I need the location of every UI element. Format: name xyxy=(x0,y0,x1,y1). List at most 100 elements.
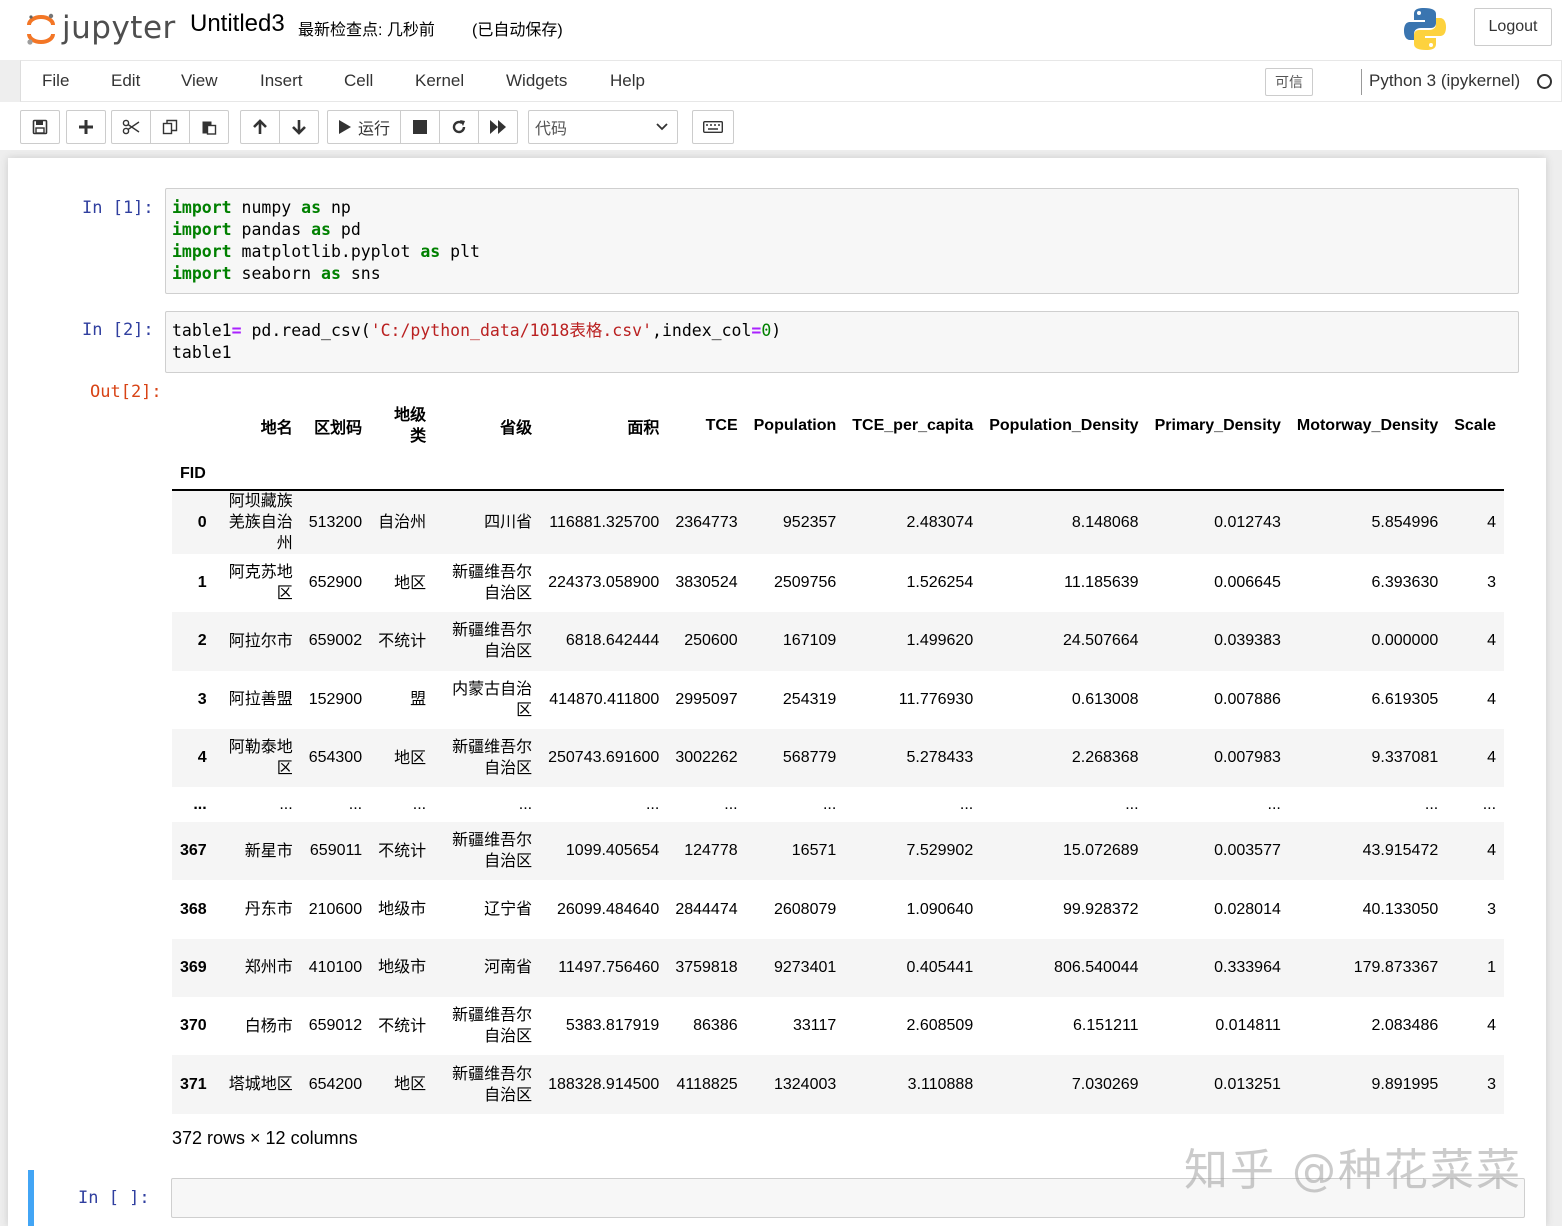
code-line: import pandas as pd xyxy=(172,220,361,239)
column-header: 省级 xyxy=(500,420,533,437)
empty-cell-prompt: In [ ]: xyxy=(78,1188,150,1208)
table-cell: 654200 xyxy=(308,1075,363,1093)
table-cell: 阿拉善盟 xyxy=(228,691,293,709)
index-name: FID xyxy=(172,458,215,491)
table-cell: 地级市 xyxy=(378,901,427,919)
row-index: 368 xyxy=(180,900,207,918)
row-index: 3 xyxy=(197,690,207,708)
table-cell: 自治州 xyxy=(378,514,427,531)
table-cell: 河南省 xyxy=(484,959,533,977)
table-cell: 0.013251 xyxy=(1214,1075,1281,1093)
menu-help[interactable]: Help xyxy=(610,71,645,91)
checkpoint-status: 最新检查点: 几秒前 xyxy=(298,22,435,39)
table-cell: 513200 xyxy=(308,513,363,531)
table-cell: 952357 xyxy=(782,513,837,531)
table-cell: 0.012743 xyxy=(1214,513,1281,531)
table-row: 369 郑州市 410100 地级市 河南省 11497.756460 3759818 927… xyxy=(172,938,1505,998)
table-cell: 806.540044 xyxy=(1054,958,1139,976)
table-cell: 33117 xyxy=(792,1017,837,1035)
dataframe-shape: 372 rows × 12 columns xyxy=(172,1128,358,1148)
table-cell: 3830524 xyxy=(675,574,738,592)
table-cell: 4 xyxy=(1487,842,1497,860)
cut-button[interactable] xyxy=(111,110,151,144)
table-cell: 0.405441 xyxy=(906,958,974,976)
table-cell: 2509756 xyxy=(773,574,837,592)
table-cell: 1.499620 xyxy=(906,632,974,650)
table-cell: 410100 xyxy=(308,958,363,976)
insert-cell-button[interactable] xyxy=(66,110,106,144)
table-cell: 210600 xyxy=(308,900,363,918)
header: jupyter Untitled3 最新检查点: 几秒前 (已自动保存) Log… xyxy=(0,0,1562,60)
logo-text: jupyter xyxy=(62,10,176,46)
notebook-name[interactable]: Untitled3 xyxy=(190,10,285,38)
interrupt-button[interactable] xyxy=(400,110,441,144)
column-header: Scale xyxy=(1454,417,1497,434)
table-cell: 2608079 xyxy=(773,900,837,918)
table-row: ....................................... xyxy=(172,787,1504,822)
table-cell: 6.151211 xyxy=(1073,1017,1139,1035)
paste-button[interactable] xyxy=(189,110,229,144)
table-cell: 152900 xyxy=(308,690,363,708)
menu-widgets[interactable]: Widgets xyxy=(506,71,567,91)
table-cell: 43.915472 xyxy=(1362,842,1439,860)
row-index: ... xyxy=(193,795,207,813)
cell-2-prompt: In [2]: xyxy=(82,320,154,340)
column-header: Population_Density xyxy=(989,417,1139,434)
table-cell: 3 xyxy=(1487,900,1497,918)
cell-1-input[interactable]: import numpy as np import pandas as pd i… xyxy=(165,188,1519,294)
table-cell: 阿拉尔市 xyxy=(228,632,293,650)
command-palette-button[interactable] xyxy=(692,110,734,144)
move-up-button[interactable] xyxy=(240,110,280,144)
restart-run-all-button[interactable] xyxy=(478,110,519,144)
menu-kernel[interactable]: Kernel xyxy=(415,71,464,91)
table-cell: 0.007983 xyxy=(1214,749,1281,767)
menu-view[interactable]: View xyxy=(181,71,218,91)
menu-insert[interactable]: Insert xyxy=(260,71,303,91)
watermark: 知乎 @种花菜菜 xyxy=(1184,1145,1522,1196)
table-row: 4 阿勒泰地区 654300 地区 新疆维吾尔自治区 250743.691600 30022… xyxy=(172,728,1505,788)
table-cell: 8.148068 xyxy=(1071,513,1139,531)
table-cell: 659002 xyxy=(308,632,363,650)
table-cell: ... xyxy=(1125,795,1139,813)
table-row: 368 丹东市 210600 地级市 辽宁省 26099.484640 2844474 260… xyxy=(172,880,1504,938)
table-cell: 2.083486 xyxy=(1371,1017,1439,1035)
save-button[interactable] xyxy=(20,110,60,144)
copy-button[interactable] xyxy=(150,110,190,144)
stop-icon xyxy=(413,120,428,134)
chevron-down-icon xyxy=(656,123,668,131)
table-cell: 阿克苏地区 xyxy=(228,564,293,603)
kernel-name[interactable]: Python 3 (ipykernel) xyxy=(1369,71,1520,91)
table-cell: 659012 xyxy=(308,1017,363,1035)
logout-button[interactable]: Logout xyxy=(1474,8,1552,46)
table-cell: 2995097 xyxy=(675,690,738,708)
restart-icon xyxy=(452,120,466,134)
table-cell: 新疆维吾尔自治区 xyxy=(452,1007,533,1046)
table-cell: 阿勒泰地区 xyxy=(228,739,293,778)
run-button[interactable]: 运行 xyxy=(327,110,402,144)
table-cell: 内蒙古自治区 xyxy=(452,680,533,719)
row-index: 0 xyxy=(197,513,207,531)
table-cell: 4 xyxy=(1487,749,1497,767)
table-cell: 0.613008 xyxy=(1071,690,1139,708)
menu-cell[interactable]: Cell xyxy=(344,71,373,91)
table-cell: 116881.325700 xyxy=(549,513,660,531)
cell-type-select[interactable]: 代码 xyxy=(528,110,678,144)
menu-file[interactable]: File xyxy=(42,71,69,91)
move-down-button[interactable] xyxy=(279,110,319,144)
code-line: table1= pd.read_csv('C:/python_data/1018… xyxy=(172,321,782,340)
code-line: import numpy as np xyxy=(172,198,351,217)
table-cell: 7.030269 xyxy=(1071,1075,1139,1093)
save-icon xyxy=(32,119,48,135)
toolbar: 运行 xyxy=(0,102,1562,150)
table-cell: 5383.817919 xyxy=(565,1017,660,1035)
restart-button[interactable] xyxy=(439,110,480,144)
cell-2-input[interactable]: table1= pd.read_csv('C:/python_data/1018… xyxy=(165,311,1519,373)
table-cell: 4 xyxy=(1487,513,1497,531)
menu-edit[interactable]: Edit xyxy=(111,71,140,91)
trusted-indicator[interactable]: 可信 xyxy=(1265,68,1313,96)
jupyter-logo[interactable]: jupyter xyxy=(24,6,176,50)
menubar: File Edit View Insert Cell Kernel Widget… xyxy=(20,60,1562,102)
table-cell: 0.003577 xyxy=(1214,842,1281,860)
table-cell: ... xyxy=(412,796,427,814)
table-cell: 3 xyxy=(1487,1075,1497,1093)
